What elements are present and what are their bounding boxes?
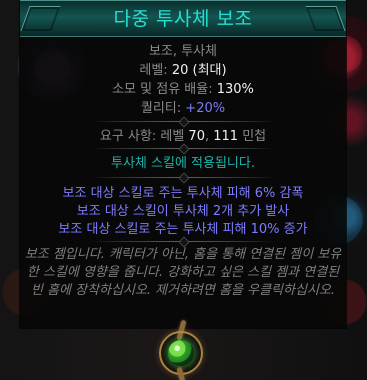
item-tooltip: 다중 투사체 보조 보조, 투사체 레벨: 20 (최대) 소모 및 점유 배율… [20,0,346,328]
gem-tags: 보조, 투사체 [20,44,346,59]
quality-label: 퀄리티: [140,101,182,116]
tooltip-title: 다중 투사체 보조 [113,8,253,30]
section-divider [91,241,275,242]
applies-to-text: 투사체 스킬에 적용됩니다. [111,156,255,171]
requirement-dex-label: 민첩 [242,129,267,144]
requirements-prefix: 요구 사항: [99,129,157,144]
green-skill-gem-icon[interactable] [159,331,203,375]
mod-line: 보조 대상 스킬로 주는 투사체 피해 6% 감폭 [20,186,346,201]
quality-line: 퀄리티: +20% [20,101,346,116]
mod-line: 보조 대상 스킬로 주는 투사체 피해 10% 증가 [20,222,346,237]
gem-tags-text: 보조, 투사체 [148,44,218,59]
section-divider [91,177,275,178]
mod-line: 보조 대상 스킬이 투사체 2개 추가 발사 [20,204,346,219]
section-divider [91,121,275,122]
cost-multiplier-value: 130% [216,82,254,97]
requirement-dex-value: 111 [213,129,239,144]
level-value: 20 (최대) [171,63,227,78]
mod-text: 보조 대상 스킬이 투사체 2개 추가 발사 [76,204,290,219]
requirement-separator: , [204,129,214,144]
mod-text: 보조 대상 스킬로 주는 투사체 피해 10% 증가 [58,222,308,237]
green-gem-icon [168,340,194,366]
cost-multiplier-line: 소모 및 점유 배율: 130% [20,82,346,97]
requirement-level-label: 레벨 [160,129,185,144]
gem-description: 보조 젬입니다. 캐릭터가 아닌, 홈을 통해 연결된 젬이 보유한 스킬에 영… [24,247,342,298]
section-divider [91,148,275,149]
applies-to-line: 투사체 스킬에 적용됩니다. [20,156,346,171]
cost-multiplier-label: 소모 및 점유 배율: [112,82,213,97]
game-tooltip-scene: 다중 투사체 보조 보조, 투사체 레벨: 20 (최대) 소모 및 점유 배율… [0,0,367,380]
tooltip-header: 다중 투사체 보조 [20,0,346,37]
requirement-level-value: 70 [188,129,205,144]
level-line: 레벨: 20 (최대) [20,63,346,78]
quality-value: +20% [185,101,226,116]
requirements-line: 요구 사항: 레벨 70, 111 민첩 [20,129,346,144]
level-label: 레벨: [139,63,168,78]
mod-text: 보조 대상 스킬로 주는 투사체 피해 6% 감폭 [62,186,304,201]
